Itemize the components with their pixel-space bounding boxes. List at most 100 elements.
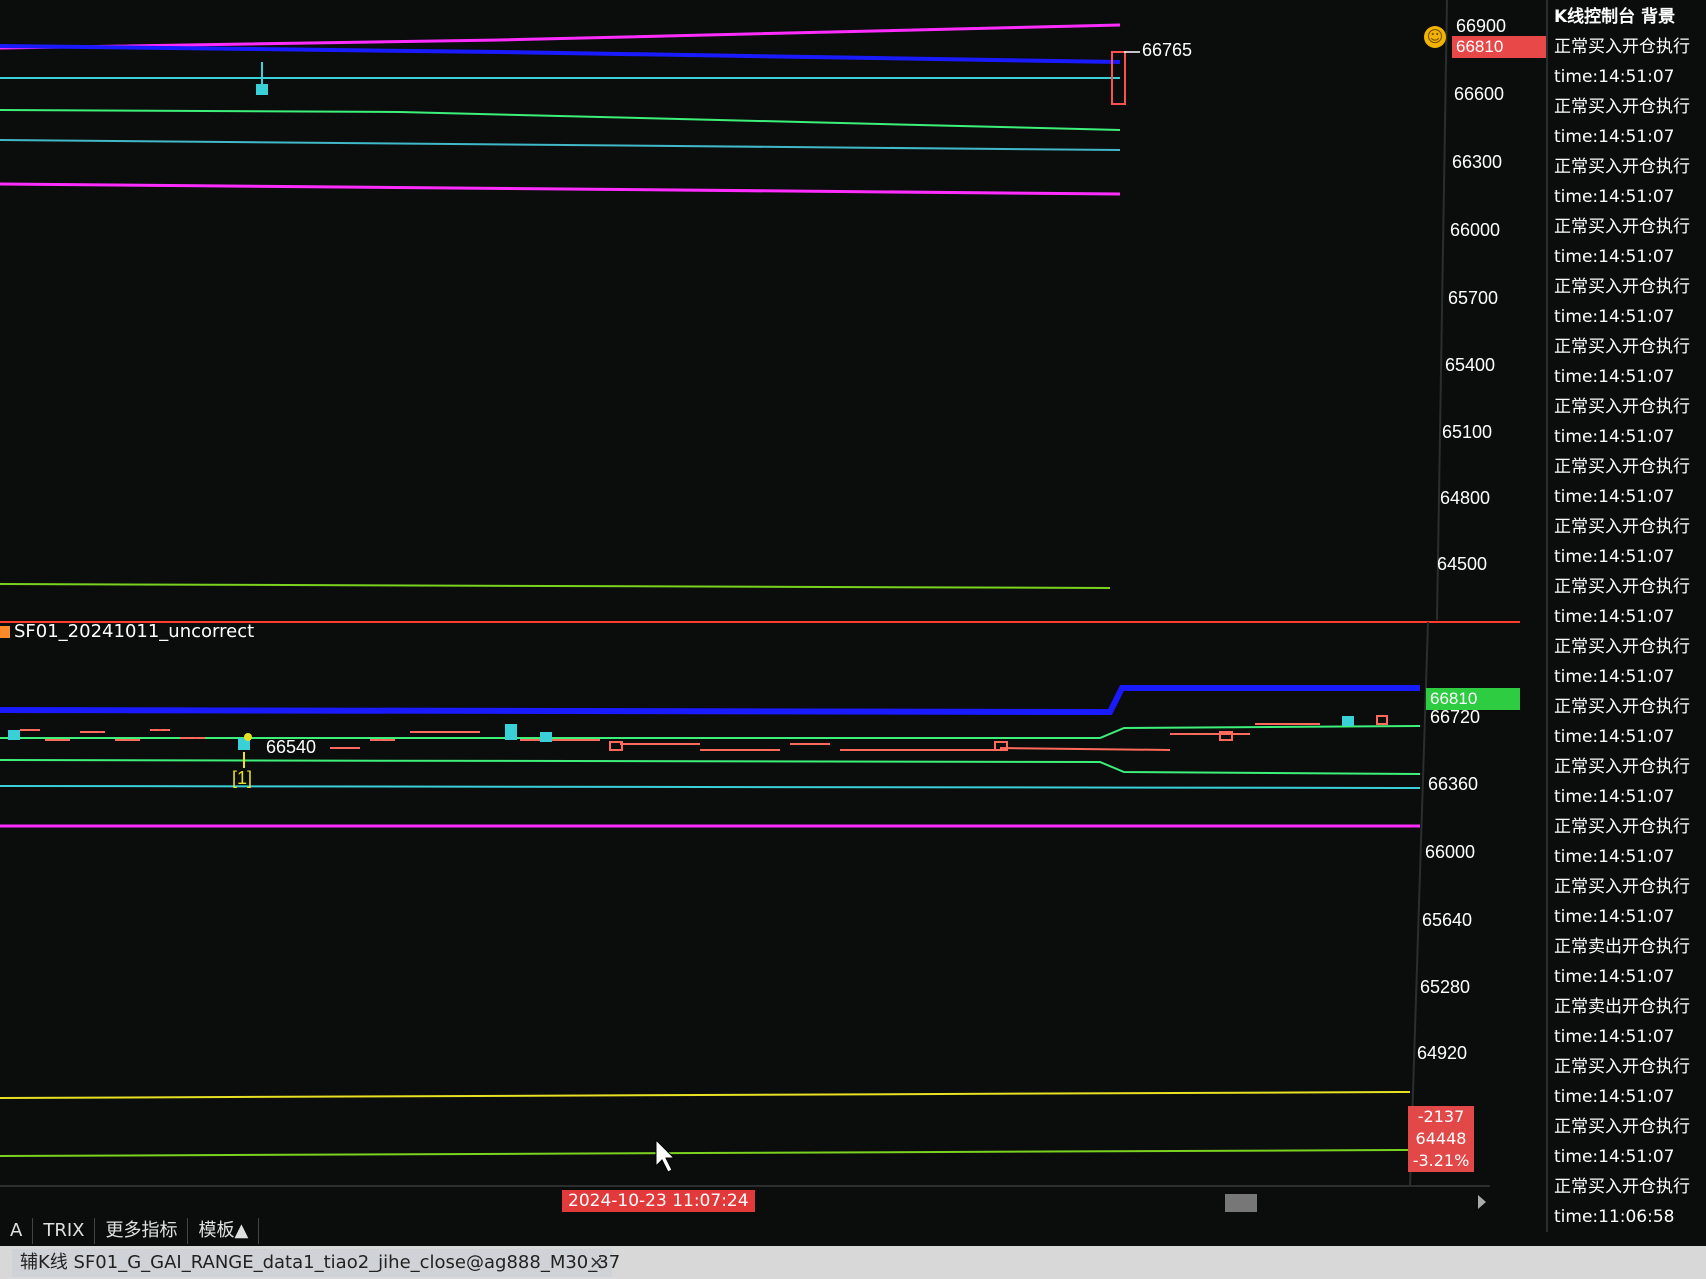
- bottom-lime-line: [0, 1149, 1411, 1157]
- log-message: 正常买入开仓执行: [1554, 757, 1690, 777]
- log-time: time:14:51:07: [1554, 847, 1675, 867]
- bottom-axis-label: 66360: [1428, 774, 1479, 794]
- log-entry: 正常买入开仓执行 time:14:51:07: [1548, 872, 1706, 932]
- log-time: time:14:51:07: [1554, 727, 1675, 747]
- log-entry: 正常买入开仓执行 time:14:51:07: [1548, 212, 1706, 272]
- log-entry: 正常买入开仓执行 time:14:51:07: [1548, 512, 1706, 572]
- top-lime-line: [0, 583, 1111, 589]
- top-axis-label: 64500: [1437, 554, 1488, 574]
- panel-header[interactable]: K线控制台 背景: [1548, 0, 1706, 32]
- log-message: 正常买入开仓执行: [1554, 1057, 1690, 1077]
- log-time: time:14:51:07: [1554, 307, 1675, 327]
- chart-canvas[interactable]: [0, 0, 1706, 1279]
- log-message: 正常买入开仓执行: [1554, 217, 1690, 237]
- log-time: time:14:51:07: [1554, 607, 1675, 627]
- bottom-annotation-price: 66540: [266, 737, 317, 757]
- signal-dot: [244, 733, 252, 741]
- bottom-axis-label: 65640: [1422, 910, 1473, 930]
- top-candle: [256, 84, 268, 95]
- log-time: time:14:51:07: [1554, 1027, 1675, 1047]
- log-time: time:14:51:07: [1554, 1087, 1675, 1107]
- log-message: 正常买入开仓执行: [1554, 457, 1690, 477]
- log-entry: 正常买入开仓执行 time:14:51:07: [1548, 1052, 1706, 1112]
- log-entry: 正常买入开仓执行 time:14:51:07: [1548, 1112, 1706, 1172]
- top-blue-line: [0, 44, 1121, 64]
- bottom-blue-line: [0, 685, 1420, 716]
- log-entry: 正常买入开仓执行 time:14:51:07: [1548, 272, 1706, 332]
- smiley-icon: ☺: [1424, 26, 1446, 48]
- top-axis-label: 66600: [1454, 84, 1505, 104]
- top-green-line: [0, 109, 1121, 131]
- log-time: time:11:06:58: [1554, 1207, 1675, 1227]
- log-message: 正常买入开仓执行: [1554, 337, 1690, 357]
- bottom-axis-label: 64920: [1417, 1043, 1468, 1063]
- window-tab-bar: 辅K线 SF01_G_GAI_RANGE_data1_tiao2_jihe_cl…: [0, 1246, 1706, 1279]
- log-message: 正常买入开仓执行: [1554, 97, 1690, 117]
- pane-title: SF01_20241011_uncorrect: [0, 621, 254, 642]
- stats-box: -2137 64448 -3.21%: [1408, 1106, 1474, 1172]
- log-message: 正常买入开仓执行: [1554, 577, 1690, 597]
- tab-template[interactable]: 模板▲: [188, 1218, 260, 1244]
- log-entry: 正常买入开仓执行 time:14:51:07: [1548, 92, 1706, 152]
- log-time: time:14:51:07: [1554, 967, 1675, 987]
- log-time: time:14:51:07: [1554, 667, 1675, 687]
- top-magenta-upper-line: [0, 23, 1121, 50]
- log-time: time:14:51:07: [1554, 127, 1675, 147]
- log-message: 正常买入开仓执行: [1554, 877, 1690, 897]
- stats-percent: -3.21%: [1412, 1151, 1470, 1170]
- top-axis-border: [1436, 0, 1448, 621]
- pane-title-text: SF01_20241011_uncorrect: [14, 621, 255, 642]
- top-axis-label: 66900: [1456, 16, 1507, 36]
- close-icon[interactable]: ×: [589, 1249, 604, 1277]
- top-teal-line: [0, 139, 1121, 151]
- top-axis-label: 64800: [1440, 488, 1491, 508]
- log-time: time:14:51:07: [1554, 247, 1675, 267]
- log-list[interactable]: 正常买入开仓执行 time:14:51:07 正常买入开仓执行 time:14:51:…: [1548, 32, 1706, 1232]
- log-time: time:14:51:07: [1554, 187, 1675, 207]
- log-message: 正常卖出开仓执行: [1554, 937, 1690, 957]
- stats-change: -2137: [1417, 1107, 1465, 1126]
- log-message: 正常买入开仓执行: [1554, 637, 1690, 657]
- time-cursor-label: 2024-10-23 11:07:24: [562, 1190, 755, 1212]
- log-entry: 正常买入开仓执行 time:14:51:07: [1548, 692, 1706, 752]
- log-entry: 正常卖出开仓执行 time:14:51:07: [1548, 992, 1706, 1052]
- log-entry: 正常买入开仓执行 time:14:51:07: [1548, 752, 1706, 812]
- log-entry: 正常买入开仓执行 time:14:51:07: [1548, 632, 1706, 692]
- pane-color-swatch: [0, 626, 10, 638]
- log-entry: 正常卖出开仓执行 time:14:51:07: [1548, 932, 1706, 992]
- window-tab-label: 辅K线 SF01_G_GAI_RANGE_data1_tiao2_jihe_cl…: [20, 1252, 621, 1273]
- log-entry: 正常买入开仓执行 time:14:51:07: [1548, 452, 1706, 512]
- log-message: 正常买入开仓执行: [1554, 1117, 1690, 1137]
- log-time: time:14:51:07: [1554, 1147, 1675, 1167]
- log-time: time:14:51:07: [1554, 787, 1675, 807]
- top-axis-label: 66300: [1452, 152, 1503, 172]
- bottom-green-line-2: [0, 759, 1421, 775]
- log-entry: 正常买入开仓执行 time:14:51:07: [1548, 812, 1706, 872]
- kline-console-panel[interactable]: K线控制台 背景 正常买入开仓执行 time:14:51:07 正常买入开仓执行 ti…: [1546, 0, 1706, 1232]
- log-time: time:14:51:07: [1554, 907, 1675, 927]
- log-entry: 正常买入开仓执行 time:14:51:07: [1548, 32, 1706, 92]
- tab-more-indicators[interactable]: 更多指标: [95, 1218, 189, 1244]
- log-message: 正常买入开仓执行: [1554, 1177, 1690, 1197]
- top-annotation-price: 66765: [1142, 40, 1193, 60]
- scroll-right-icon: [1478, 1195, 1486, 1209]
- log-entry: 正常买入开仓执行 time:11:06:58: [1548, 1172, 1706, 1232]
- log-time: time:14:51:07: [1554, 487, 1675, 507]
- bottom-yellow-line: [0, 1091, 1411, 1099]
- tab-a[interactable]: A: [0, 1218, 34, 1244]
- signal-marker-label: [1]: [232, 768, 253, 788]
- log-time: time:14:51:07: [1554, 67, 1675, 87]
- top-axis-label: 65100: [1442, 422, 1493, 442]
- log-entry: 正常买入开仓执行 time:14:51:07: [1548, 572, 1706, 632]
- log-message: 正常买入开仓执行: [1554, 157, 1690, 177]
- bottom-axis-label: 66000: [1425, 842, 1476, 862]
- top-axis-label: 66000: [1450, 220, 1501, 240]
- log-entry: 正常买入开仓执行 time:14:51:07: [1548, 392, 1706, 452]
- tab-trix[interactable]: TRIX: [33, 1218, 96, 1244]
- window-tab[interactable]: 辅K线 SF01_G_GAI_RANGE_data1_tiao2_jihe_cl…: [12, 1249, 620, 1277]
- log-message: 正常买入开仓执行: [1554, 277, 1690, 297]
- h-scrollbar-thumb: [1225, 1194, 1257, 1212]
- mouse-cursor-icon: [655, 1138, 676, 1173]
- log-entry: 正常买入开仓执行 time:14:51:07: [1548, 332, 1706, 392]
- bottom-hollow-candles: [609, 715, 1388, 751]
